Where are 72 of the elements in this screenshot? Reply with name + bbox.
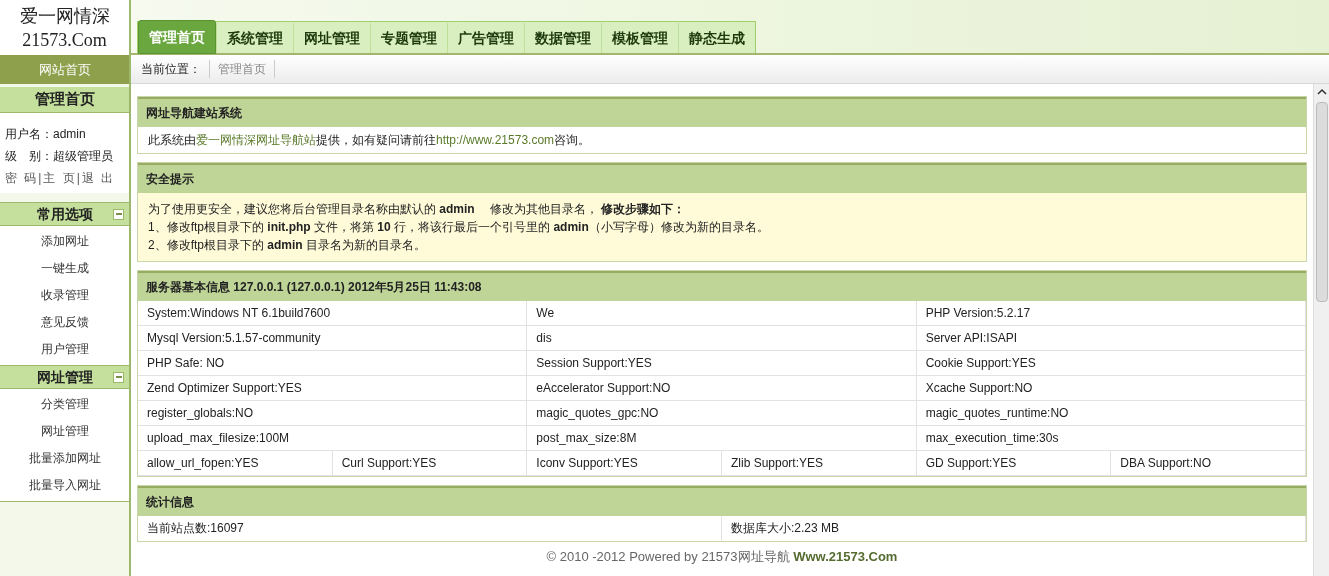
intro-text: 此系统由爱一网情深网址导航站提供，如有疑问请前往http://www.21573.com咨询。 <box>148 132 591 149</box>
sidebar-item[interactable]: 一键生成 <box>0 255 129 282</box>
sidebar-title: 管理首页 <box>0 87 129 113</box>
sidebar-item[interactable]: 批量导入网址 <box>0 472 129 499</box>
table-cell: max_execution_time:30s <box>916 426 1306 451</box>
table-cell: register_globals:NO <box>138 401 528 426</box>
user-link[interactable]: |主 页 <box>38 169 77 187</box>
table-cell: magic_quotes_runtime:NO <box>916 401 1306 426</box>
sidebar-item[interactable]: 分类管理 <box>0 391 129 418</box>
table-cell: eAccelerator Support:NO <box>527 376 917 401</box>
table-cell: Cookie Support:YES <box>916 351 1306 376</box>
table-cell: magic_quotes_gpc:NO <box>527 401 917 426</box>
info-label: 用户名： <box>5 127 53 141</box>
breadcrumb-label: 当前位置： <box>141 61 201 78</box>
table-cell: Zend Optimizer Support:YES <box>138 376 528 401</box>
logo-text: 21573.Com <box>22 28 107 52</box>
table-cell: PHP Version:5.2.17 <box>916 301 1306 326</box>
user-link[interactable]: |退 出 <box>76 169 116 187</box>
sidebar-item[interactable]: 批量添加网址 <box>0 445 129 472</box>
section-title: 服务器基本信息 127.0.0.1 (127.0.0.1) 2012年5月25日 11:43:08 <box>146 279 482 296</box>
table-cell: 数据库大小:2.23 MB <box>722 516 1306 541</box>
table-cell: Mysql Version:5.1.57-community <box>138 326 528 351</box>
link[interactable]: 爱一网情深网址导航站 <box>196 133 316 147</box>
table-cell: Session Support:YES <box>527 351 917 376</box>
section-title: 统计信息 <box>146 494 194 511</box>
footer-text: © 2010 -2012 Powered by 21573网址导航 Www.21573.Com <box>545 549 899 564</box>
sidebar-item[interactable]: 用户管理 <box>0 336 129 363</box>
user-link[interactable]: 密 码 <box>5 169 39 187</box>
scroll-up-icon[interactable] <box>1316 88 1327 96</box>
tab[interactable]: 静态生成 <box>678 23 755 53</box>
table-cell: post_max_size:8M <box>527 426 917 451</box>
tab[interactable]: 广告管理 <box>447 23 524 53</box>
table-cell: Zlib Support:YES <box>722 451 917 476</box>
table-cell: DBA Support:NO <box>1111 451 1306 476</box>
info-value: admin <box>53 127 86 141</box>
info-value: 超级管理员 <box>53 149 113 163</box>
tab[interactable]: 模板管理 <box>601 23 678 53</box>
table-cell: upload_max_filesize:100M <box>138 426 528 451</box>
security-note: 1、修改ftp根目录下的 init.php 文件，将第 10 行，将该行最后一个引号里的 admin（小写字母）修改为新的目录名。 <box>148 219 770 236</box>
table-cell: GD Support:YES <box>916 451 1112 476</box>
scroll-thumb[interactable] <box>1315 102 1328 302</box>
tab[interactable]: 系统管理 <box>216 23 293 53</box>
security-note: 2、修改ftp根目录下的 admin 目录名为新的目录名。 <box>148 237 428 254</box>
section-title: 安全提示 <box>146 171 194 188</box>
sidebar-item[interactable]: 意见反馈 <box>0 309 129 336</box>
tab[interactable]: 数据管理 <box>524 23 601 53</box>
table-cell: We <box>527 301 917 326</box>
sidebar-item[interactable]: 收录管理 <box>0 282 129 309</box>
sidebar-item[interactable]: 添加网址 <box>0 228 129 255</box>
sidebar-item[interactable]: 网址管理 <box>0 418 129 445</box>
logo-text: 爱一网情深 <box>19 4 110 28</box>
info-label: 级 别： <box>5 149 53 163</box>
scrollbar[interactable] <box>1313 84 1329 576</box>
table-cell: System:Windows NT 6.1build7600 <box>138 301 528 326</box>
security-note: 为了使用更安全，建议您将后台管理目录名称由默认的 admin 修改为其他目录名， 修改步骤如下： <box>148 201 687 218</box>
table-cell: Iconv Support:YES <box>527 451 722 476</box>
collapse-icon[interactable] <box>113 371 124 383</box>
section-title: 网址导航建站系统 <box>146 105 242 122</box>
tab[interactable]: 专题管理 <box>370 23 447 53</box>
breadcrumb-item[interactable]: 管理首页 <box>209 60 275 78</box>
table-cell: dis <box>527 326 917 351</box>
link[interactable]: http://www.21573.com <box>436 133 555 147</box>
section-header[interactable]: 常用选项 <box>0 202 129 226</box>
table-cell: PHP Safe: NO <box>138 351 528 376</box>
table-cell: Server API:ISAPI <box>916 326 1306 351</box>
tab[interactable]: 网址管理 <box>293 23 370 53</box>
collapse-icon[interactable] <box>113 208 124 220</box>
section-header[interactable]: 网址管理 <box>0 365 129 389</box>
table-cell: 当前站点数:16097 <box>138 516 722 541</box>
table-cell: Xcache Support:NO <box>916 376 1306 401</box>
table-cell: Curl Support:YES <box>332 451 528 476</box>
table-cell: allow_url_fopen:YES <box>138 451 333 476</box>
